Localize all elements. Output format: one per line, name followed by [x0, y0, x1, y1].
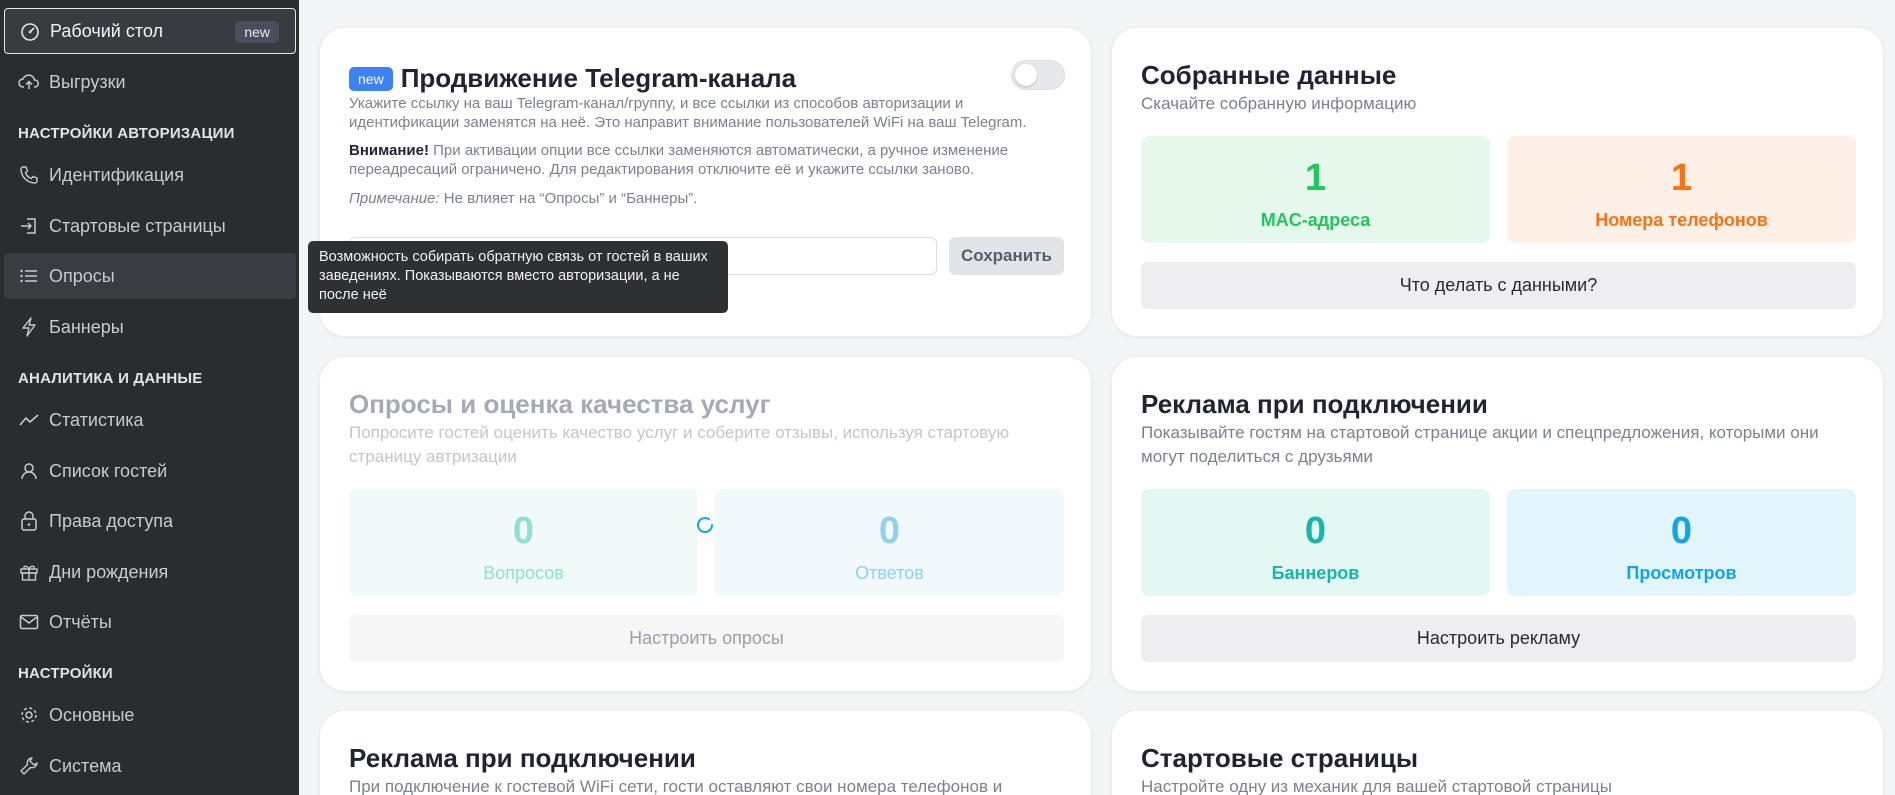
warning-text: Внимание! При активации опции все ссылки…	[349, 141, 1064, 179]
sidebar-item-label: Опросы	[49, 265, 115, 286]
user-icon	[18, 461, 40, 481]
card-title: Реклама при подключении	[349, 743, 696, 773]
collected-data-card: Собранные данные Скачайте собранную инфо…	[1111, 27, 1884, 337]
sidebar-item-label: Отчёты	[49, 611, 112, 632]
mac-stat: 1 MAC-адреса	[1141, 136, 1490, 243]
surveys-tooltip: Возможность собирать обратную связь от г…	[308, 241, 728, 313]
sidebar-item-label: Дни рождения	[49, 561, 169, 582]
banners-stat: 0 Баннеров	[1141, 489, 1490, 596]
sidebar-item-system[interactable]: Система	[4, 743, 296, 789]
sidebar-item-start-pages[interactable]: Стартовые страницы	[4, 203, 296, 249]
stat-label: Вопросов	[483, 563, 564, 583]
phones-stat: 1 Номера телефонов	[1507, 136, 1856, 243]
card-subtitle: Скачайте собранную информацию	[1141, 94, 1417, 113]
card-subtitle: При подключение к гостевой WiFi сети, го…	[349, 777, 1003, 795]
sidebar-item-access-rights[interactable]: Права доступа	[4, 498, 296, 544]
lock-icon	[18, 511, 40, 531]
sidebar-item-label: Идентификация	[49, 164, 184, 185]
card-description: Укажите ссылку на ваш Telegram-канал/гру…	[349, 95, 1027, 131]
stat-label: Ответов	[855, 563, 924, 583]
card-subtitle: Настройте одну из механик для вашей стар…	[1141, 777, 1613, 795]
sidebar-item-general[interactable]: Основные	[4, 692, 296, 738]
stat-value: 0	[1304, 510, 1327, 552]
new-badge: new	[235, 21, 279, 43]
card-title: Продвижение Telegram-канала	[400, 63, 797, 93]
card-subtitle: Показывайте гостям на стартовой странице…	[1141, 423, 1819, 466]
card-title: Реклама при подключении	[1141, 389, 1488, 419]
warning-label: Внимание!	[349, 142, 429, 159]
stat-value: 0	[1670, 510, 1693, 552]
sidebar-item-dashboard[interactable]: Рабочий стол new	[4, 8, 296, 54]
sidebar-section-analytics: АНАЛИТИКА И ДАННЫЕ	[18, 370, 203, 387]
warning-body: При активации опции все ссылки заменяютс…	[349, 142, 1009, 178]
sidebar-section-auth: НАСТРОЙКИ АВТОРИЗАЦИИ	[18, 125, 235, 142]
stat-value: 0	[512, 510, 535, 552]
gear-icon	[18, 705, 40, 725]
sidebar-item-label: Права доступа	[49, 510, 174, 531]
configure-surveys-button[interactable]: Настроить опросы	[349, 615, 1064, 662]
sidebar-item-label: Рабочий стол	[50, 20, 163, 41]
stat-value: 1	[1304, 157, 1327, 199]
new-badge: new	[349, 66, 393, 91]
stat-label: Просмотров	[1626, 563, 1737, 583]
sidebar-section-settings: НАСТРОЙКИ	[18, 665, 113, 682]
trend-line-icon	[18, 410, 40, 430]
toggle-knob	[1015, 64, 1037, 86]
save-button[interactable]: Сохранить	[949, 237, 1064, 275]
gift-icon	[18, 562, 40, 582]
note-text: Примечание: Не влияет на “Опросы” и “Бан…	[349, 189, 1064, 208]
sidebar-item-label: Выгрузки	[49, 71, 126, 92]
loading-spinner-icon	[695, 515, 715, 535]
sidebar-item-statistics[interactable]: Статистика	[4, 397, 296, 443]
speedometer-icon	[19, 22, 41, 42]
telegram-toggle[interactable]	[1011, 60, 1065, 90]
sidebar-item-label: Стартовые страницы	[49, 215, 226, 236]
list-icon	[18, 266, 40, 286]
wrench-icon	[18, 756, 40, 776]
stat-value: 0	[878, 510, 901, 552]
stat-label: MAC-адреса	[1260, 210, 1371, 230]
stat-value: 1	[1670, 157, 1693, 199]
cloud-upload-icon	[18, 72, 40, 92]
note-body: Не влияет на “Опросы” и “Баннеры”.	[439, 190, 698, 207]
stat-label: Номера телефонов	[1595, 210, 1768, 230]
sidebar-item-birthdays[interactable]: Дни рождения	[4, 549, 296, 595]
sidebar: Рабочий стол new Выгрузки НАСТРОЙКИ АВТО…	[0, 0, 299, 795]
sidebar-item-label: Основные	[49, 704, 135, 725]
card-title: Собранные данные	[1141, 60, 1397, 90]
sidebar-item-identification[interactable]: Идентификация	[4, 152, 296, 198]
sidebar-item-surveys[interactable]: Опросы	[4, 253, 296, 299]
views-stat: 0 Просмотров	[1507, 489, 1856, 596]
stat-label: Баннеров	[1271, 563, 1360, 583]
answers-stat: 0 Ответов	[715, 489, 1064, 596]
configure-ads-button[interactable]: Настроить рекламу	[1141, 615, 1856, 662]
sidebar-item-banners[interactable]: Баннеры	[4, 304, 296, 350]
sidebar-item-guest-list[interactable]: Список гостей	[4, 448, 296, 494]
lightning-icon	[18, 317, 40, 337]
questions-stat: 0 Вопросов	[349, 489, 698, 596]
what-to-do-button[interactable]: Что делать с данными?	[1141, 262, 1856, 309]
mail-icon	[18, 612, 40, 632]
phone-ads-card: Реклама при подключении При подключение …	[319, 710, 1092, 795]
card-subtitle: Попросите гостей оценить качество услуг …	[349, 423, 1010, 466]
note-label: Примечание:	[349, 190, 440, 207]
sidebar-item-label: Статистика	[49, 409, 144, 430]
sidebar-item-label: Система	[49, 755, 122, 776]
sidebar-item-uploads[interactable]: Выгрузки	[4, 59, 296, 105]
login-icon	[18, 216, 40, 236]
card-title: Стартовые страницы	[1141, 743, 1419, 773]
phone-icon	[18, 165, 40, 185]
card-title: Опросы и оценка качества услуг	[349, 389, 771, 419]
surveys-card: Опросы и оценка качества услуг Попросите…	[319, 356, 1092, 692]
ads-card: Реклама при подключении Показывайте гост…	[1111, 356, 1884, 692]
sidebar-item-label: Список гостей	[49, 460, 168, 481]
sidebar-item-reports[interactable]: Отчёты	[4, 599, 296, 645]
start-pages-card: Стартовые страницы Настройте одну из мех…	[1111, 710, 1884, 795]
sidebar-item-label: Баннеры	[49, 316, 124, 337]
